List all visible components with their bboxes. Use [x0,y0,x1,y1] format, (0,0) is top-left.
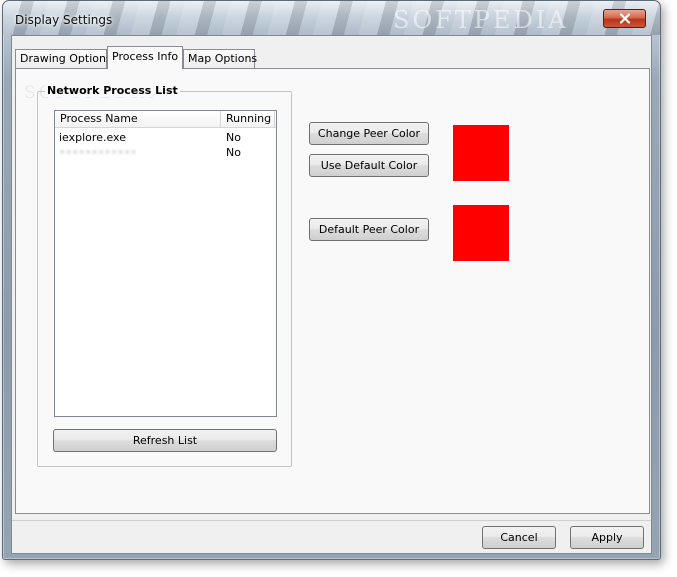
window-title: Display Settings [15,13,113,27]
list-header: Process Name Running [55,111,276,128]
process-name-cell-redacted: •••••••••••• [59,146,137,159]
apply-button[interactable]: Apply [570,526,644,549]
tab-drawing-options[interactable]: Drawing Options [15,49,112,68]
watermark: SOFTPEDIA [393,6,569,34]
network-process-list-group: Network Process List Process Name Runnin… [37,84,292,467]
running-cell: No [226,146,241,159]
peer-color-swatch [453,125,509,181]
column-header-running[interactable]: Running [221,111,275,128]
tab-map-options[interactable]: Map Options [183,49,257,68]
default-peer-color-swatch [453,205,509,261]
cancel-button[interactable]: Cancel [482,526,556,549]
group-title: Network Process List [45,84,180,97]
process-name-cell: iexplore.exe [59,131,126,144]
use-default-color-button[interactable]: Use Default Color [309,154,429,177]
default-peer-color-button[interactable]: Default Peer Color [309,218,429,241]
list-item[interactable]: iexplore.exe No [55,130,276,145]
list-item[interactable]: •••••••••••• No [55,145,276,160]
close-icon [619,13,630,24]
column-header-process-name[interactable]: Process Name [55,111,221,128]
process-info-panel: SOFTPEDIA Network Process List Process N… [15,68,650,514]
change-peer-color-button[interactable]: Change Peer Color [309,122,429,145]
refresh-list-button[interactable]: Refresh List [53,429,277,452]
running-cell: No [226,131,241,144]
title-bar[interactable]: SOFTPEDIA Display Settings [3,1,660,35]
close-button[interactable] [603,9,646,28]
process-list-view[interactable]: Process Name Running iexplore.exe No •••… [54,110,277,417]
display-settings-window: SOFTPEDIA Display Settings Drawing Optio… [2,0,661,560]
dialog-client-area: Drawing Options Process Info Map Options… [11,35,652,554]
footer-separator [12,520,651,521]
tab-process-info[interactable]: Process Info [107,46,183,69]
